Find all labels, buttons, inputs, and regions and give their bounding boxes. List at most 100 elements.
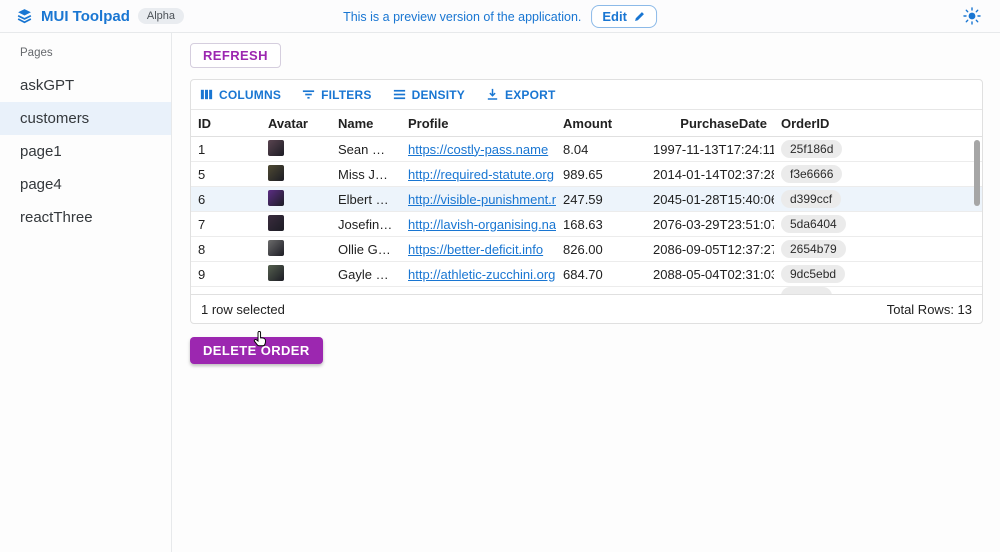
order-id-chip: 2654b79 (781, 240, 846, 258)
filter-list-icon (301, 87, 316, 102)
sidebar-item[interactable]: askGPT (0, 69, 171, 102)
profile-link[interactable]: http://athletic-zucchini.org (408, 267, 555, 282)
order-id-chip (781, 287, 832, 294)
avatar-image (268, 165, 284, 181)
cell-purchase-date: 2088-05-04T02:31:03.294Z (646, 267, 774, 282)
avatar-image (268, 190, 284, 206)
edit-button[interactable]: Edit (591, 5, 657, 28)
app-bar: MUI Toolpad Alpha This is a preview vers… (0, 0, 1000, 33)
cell-id: 7 (191, 217, 261, 232)
sidebar-item-label: customers (20, 110, 89, 127)
cell-purchase-date: 1997-11-13T17:24:11.769Z (646, 142, 774, 157)
cell-name: Sean Harris (331, 142, 401, 157)
sidebar-item-label: reactThree (20, 209, 93, 226)
edit-button-label: Edit (602, 9, 627, 24)
order-id-chip: 5da6404 (781, 215, 846, 233)
order-id-chip: d399ccf (781, 190, 841, 208)
sidebar: Pages askGPT customers page1 page4 react… (0, 33, 172, 552)
column-header-avatar[interactable]: Avatar (261, 116, 331, 131)
avatar-image (268, 140, 284, 156)
grid-toolbar: COLUMNS FILTERS DE (191, 80, 982, 110)
column-header-purchasedate[interactable]: PurchaseDate (646, 116, 774, 131)
column-header-id[interactable]: ID (191, 116, 261, 131)
column-header-orderid[interactable]: OrderID (774, 116, 982, 131)
table-row[interactable]: 8 Ollie Green... https://better-deficit.… (191, 237, 982, 262)
density-icon (392, 87, 407, 102)
delete-order-button[interactable]: DELETE ORDER (190, 337, 323, 364)
sidebar-item[interactable]: customers (0, 102, 171, 135)
sidebar-item-label: askGPT (20, 77, 74, 94)
export-icon (485, 87, 500, 102)
cell-id: 1 (191, 142, 261, 157)
sidebar-items: askGPT customers page1 page4 reactThree (0, 69, 171, 234)
data-grid: COLUMNS FILTERS DE (190, 79, 983, 324)
app-title: MUI Toolpad (41, 8, 130, 25)
cell-amount: 989.65 (556, 167, 646, 182)
filters-button-label: FILTERS (321, 88, 372, 102)
cell-name: Ollie Green... (331, 242, 401, 257)
order-id-chip: 9dc5ebd (781, 265, 845, 283)
profile-link[interactable]: http://lavish-organising.name (408, 217, 556, 232)
order-id-chip: 25f186d (781, 140, 842, 158)
cell-id: 9 (191, 267, 261, 282)
refresh-button[interactable]: REFRESH (190, 43, 281, 68)
column-header-name[interactable]: Name (331, 116, 401, 131)
table-row[interactable]: 1 Sean Harris https://costly-pass.name 8… (191, 137, 982, 162)
vertical-scrollbar-thumb[interactable] (974, 140, 980, 206)
column-header-profile[interactable]: Profile (401, 116, 556, 131)
density-button-label: DENSITY (412, 88, 465, 102)
profile-link[interactable]: https://better-deficit.info (408, 242, 543, 257)
selection-status: 1 row selected (201, 302, 285, 317)
columns-button-label: COLUMNS (219, 88, 281, 102)
grid-footer: 1 row selected Total Rows: 13 (191, 294, 982, 323)
cell-purchase-date: 2076-03-29T23:51:07.968Z (646, 217, 774, 232)
table-row[interactable]: 6 Elbert McL... http://visible-punishmen… (191, 187, 982, 212)
filters-button[interactable]: FILTERS (301, 87, 372, 102)
cell-purchase-date: 2014-01-14T02:37:28.536Z (646, 167, 774, 182)
total-rows: Total Rows: 13 (887, 302, 972, 317)
partial-next-row (191, 287, 982, 294)
profile-link[interactable]: http://visible-punishment.net (408, 192, 556, 207)
cell-amount: 8.04 (556, 142, 646, 157)
grid-rows: 1 Sean Harris https://costly-pass.name 8… (191, 137, 982, 287)
alpha-badge: Alpha (138, 8, 184, 24)
sidebar-item[interactable]: page4 (0, 168, 171, 201)
theme-toggle-sun-icon[interactable] (960, 4, 984, 28)
cell-name: Miss Juan ... (331, 167, 401, 182)
avatar-image (268, 265, 284, 281)
avatar-image (268, 240, 284, 256)
sidebar-item-label: page1 (20, 143, 62, 160)
cell-amount: 684.70 (556, 267, 646, 282)
main-content: REFRESH COLUMNS (172, 33, 1000, 552)
profile-link[interactable]: http://required-statute.org (408, 167, 554, 182)
cell-amount: 247.59 (556, 192, 646, 207)
toolpad-logo-icon (16, 8, 33, 25)
view-column-icon (199, 87, 214, 102)
density-button[interactable]: DENSITY (392, 87, 465, 102)
avatar-image (268, 215, 284, 231)
sidebar-header: Pages (0, 39, 171, 69)
cell-amount: 168.63 (556, 217, 646, 232)
grid-header-row: ID Avatar Name Profile Amount PurchaseDa… (191, 110, 982, 137)
columns-button[interactable]: COLUMNS (199, 87, 281, 102)
cell-name: Gayle Den... (331, 267, 401, 282)
cell-name: Elbert McL... (331, 192, 401, 207)
cell-amount: 826.00 (556, 242, 646, 257)
profile-link[interactable]: https://costly-pass.name (408, 142, 548, 157)
order-id-chip: f3e6666 (781, 165, 842, 183)
sidebar-item[interactable]: reactThree (0, 201, 171, 234)
cell-id: 5 (191, 167, 261, 182)
sidebar-item-label: page4 (20, 176, 62, 193)
export-button[interactable]: EXPORT (485, 87, 556, 102)
cell-id: 6 (191, 192, 261, 207)
cell-name: Josefina P... (331, 217, 401, 232)
table-row[interactable]: 7 Josefina P... http://lavish-organising… (191, 212, 982, 237)
cell-purchase-date: 2045-01-28T15:40:06.325Z (646, 192, 774, 207)
cell-id: 8 (191, 242, 261, 257)
sidebar-item[interactable]: page1 (0, 135, 171, 168)
pencil-icon (633, 10, 646, 23)
table-row[interactable]: 5 Miss Juan ... http://required-statute.… (191, 162, 982, 187)
column-header-amount[interactable]: Amount (556, 116, 646, 131)
cell-purchase-date: 2086-09-05T12:37:27.015Z (646, 242, 774, 257)
table-row[interactable]: 9 Gayle Den... http://athletic-zucchini.… (191, 262, 982, 287)
